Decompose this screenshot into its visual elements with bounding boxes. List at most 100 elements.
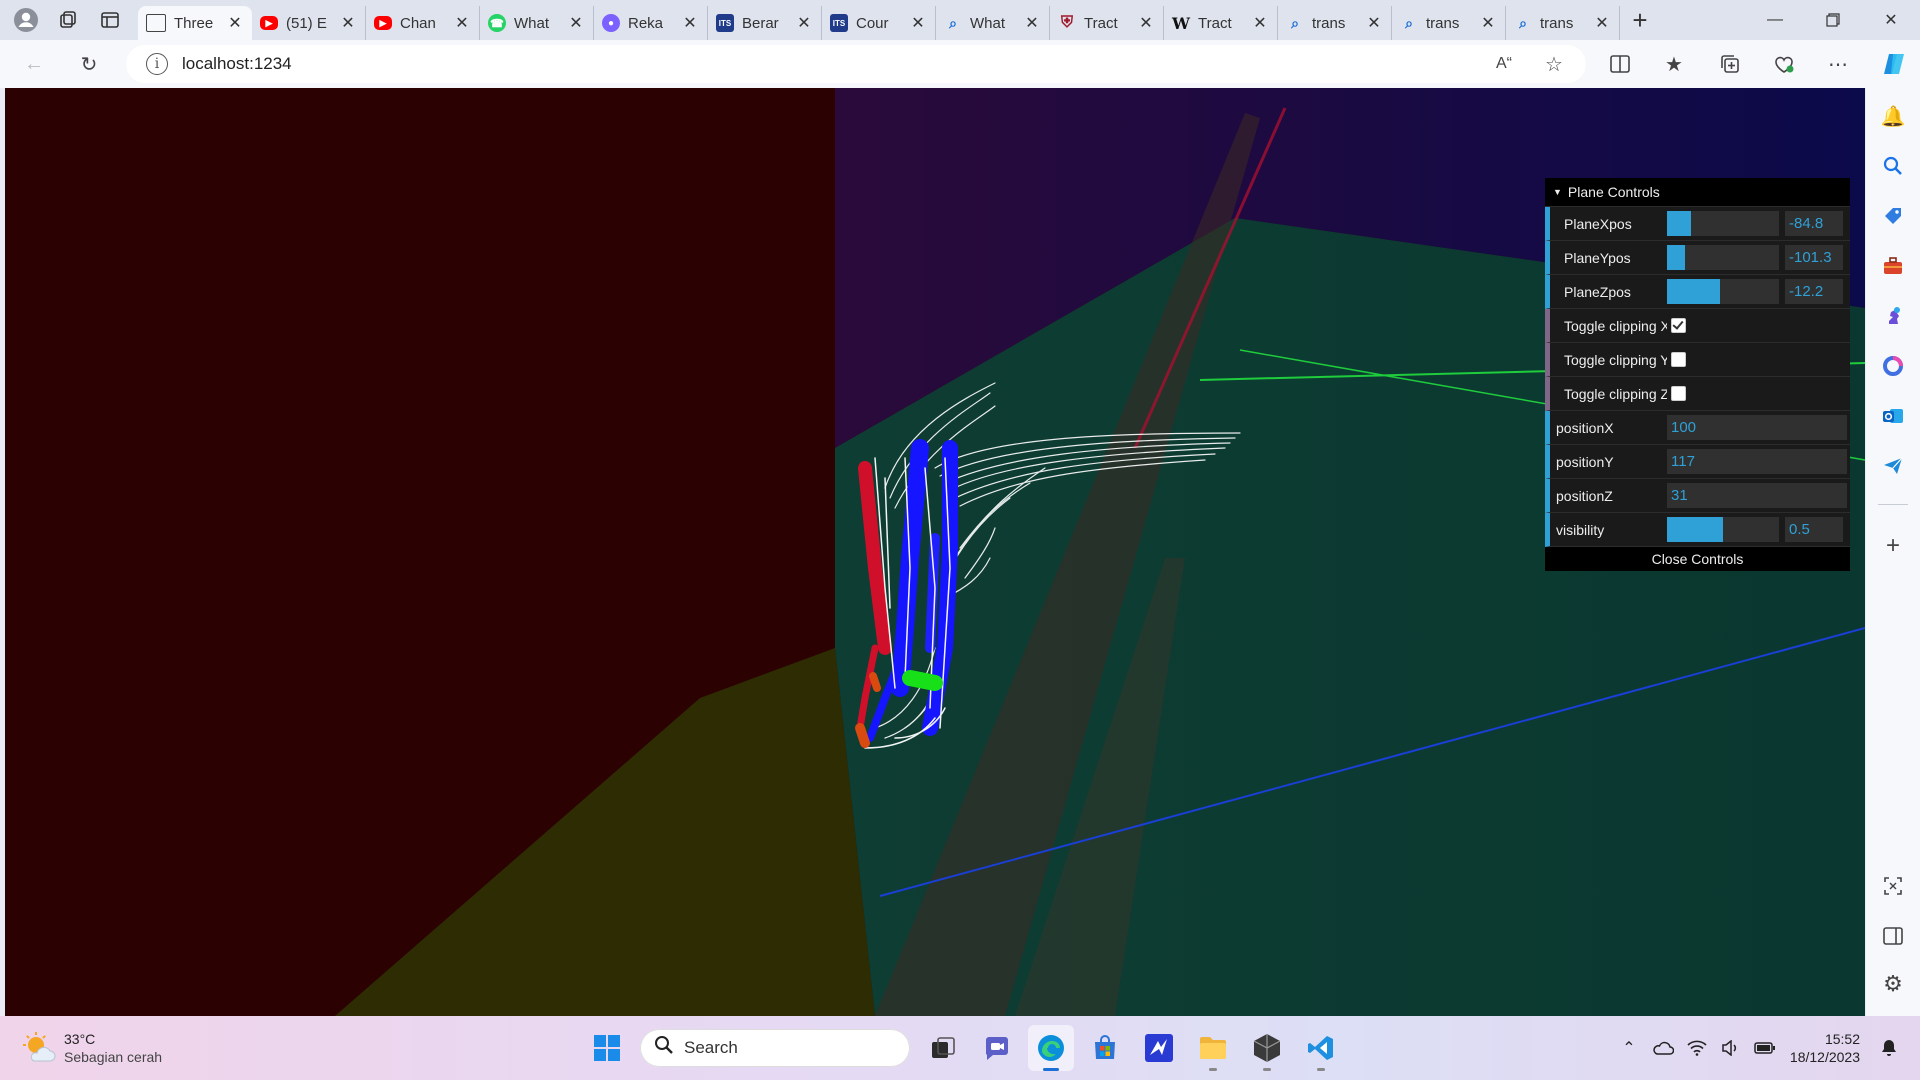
visibility-slider[interactable] xyxy=(1667,517,1779,542)
tab-label: Chan xyxy=(400,14,436,32)
toggle-row-clipping-y: Toggle clipping Y xyxy=(1545,343,1850,377)
visibility-input[interactable]: 0.5 xyxy=(1785,517,1843,542)
close-tab-icon[interactable]: ✕ xyxy=(226,13,244,33)
browser-tab[interactable]: ● Reka ✕ xyxy=(594,6,708,40)
planeypos-input[interactable]: -101.3 xyxy=(1785,245,1843,270)
browser-tab[interactable]: ☎ What ✕ xyxy=(480,6,594,40)
favorite-star-icon[interactable]: ☆ xyxy=(1540,50,1568,78)
close-tab-icon[interactable]: ✕ xyxy=(1137,13,1155,33)
shopping-tag-icon[interactable] xyxy=(1879,202,1907,230)
positiony-input[interactable]: 117 xyxy=(1667,449,1847,474)
close-tab-icon[interactable]: ✕ xyxy=(1023,13,1041,33)
workspaces-icon[interactable] xyxy=(50,4,86,36)
browser-tab[interactable]: ▶ Chan ✕ xyxy=(366,6,480,40)
refresh-icon[interactable]: ↻ xyxy=(75,50,103,78)
read-aloud-icon[interactable]: A“ xyxy=(1490,50,1518,78)
planezpos-input[interactable]: -12.2 xyxy=(1785,279,1843,304)
close-tab-icon[interactable]: ✕ xyxy=(681,13,699,33)
start-button[interactable] xyxy=(584,1025,630,1071)
favorites-icon[interactable]: ★ xyxy=(1660,50,1688,78)
collections-icon[interactable] xyxy=(1716,50,1744,78)
positionx-input[interactable]: 100 xyxy=(1667,415,1847,440)
browser-essentials-icon[interactable] xyxy=(1770,50,1798,78)
games-chess-icon[interactable] xyxy=(1879,302,1907,330)
copilot-icon[interactable] xyxy=(1880,50,1908,78)
tab-label: trans xyxy=(1426,14,1460,32)
planeypos-slider[interactable] xyxy=(1667,245,1779,270)
browser-tab[interactable]: ▶ (51) E ✕ xyxy=(252,6,366,40)
taskbar-clock[interactable]: 15:52 18/12/2023 xyxy=(1790,1030,1860,1066)
split-screen-icon[interactable] xyxy=(1606,50,1634,78)
profile-icon[interactable] xyxy=(8,4,44,36)
microsoft-store-icon[interactable] xyxy=(1082,1025,1128,1071)
close-controls-button[interactable]: Close Controls xyxy=(1545,547,1850,571)
threejs-canvas[interactable]: ▼ Plane Controls PlaneXpos -84.8 PlaneYp… xyxy=(5,88,1865,1016)
site-info-icon[interactable]: i xyxy=(146,53,168,75)
back-icon[interactable]: ← xyxy=(20,50,48,78)
search-icon[interactable] xyxy=(1879,152,1907,180)
close-tab-icon[interactable]: ✕ xyxy=(453,13,471,33)
restore-icon[interactable] xyxy=(1804,0,1862,40)
new-tab-button[interactable]: + xyxy=(1620,5,1660,36)
plane-controls-folder[interactable]: ▼ Plane Controls xyxy=(1545,178,1850,207)
close-tab-icon[interactable]: ✕ xyxy=(1593,13,1611,33)
clipping-y-checkbox[interactable] xyxy=(1671,352,1686,367)
toggle-row-clipping-z: Toggle clipping Z xyxy=(1545,377,1850,411)
hide-sidebar-icon[interactable] xyxy=(1879,922,1907,950)
volume-icon[interactable] xyxy=(1716,1033,1746,1063)
sidebar-settings-icon[interactable]: ⚙ xyxy=(1879,970,1907,998)
screenshot-icon[interactable] xyxy=(1879,872,1907,900)
microsoft-365-icon[interactable] xyxy=(1879,352,1907,380)
notification-bell-icon[interactable]: 🔔 xyxy=(1879,102,1907,130)
browser-tab[interactable]: ITS Cour ✕ xyxy=(822,6,936,40)
edge-browser-taskbar-icon[interactable] xyxy=(1028,1025,1074,1071)
close-tab-icon[interactable]: ✕ xyxy=(1365,13,1383,33)
add-sidebar-app-icon[interactable]: + xyxy=(1879,532,1907,560)
planezpos-slider[interactable] xyxy=(1667,279,1779,304)
windows-taskbar: 33°C Sebagian cerah Search ⌃ 15:52 18/12… xyxy=(0,1016,1920,1080)
show-hidden-icons-icon[interactable]: ⌃ xyxy=(1614,1033,1644,1063)
tools-briefcase-icon[interactable] xyxy=(1879,252,1907,280)
browser-tab[interactable]: W Tract ✕ xyxy=(1164,6,1278,40)
browser-tab[interactable]: ⌕ trans ✕ xyxy=(1392,6,1506,40)
close-tab-icon[interactable]: ✕ xyxy=(795,13,813,33)
more-menu-icon[interactable]: ⋯ xyxy=(1824,50,1852,78)
tab-list: Three ✕ ▶ (51) E ✕ ▶ Chan ✕ ☎ What ✕ ● Reka ✕ ITS Berar… xyxy=(138,0,1620,40)
teams-chat-icon[interactable] xyxy=(974,1025,1020,1071)
weather-widget[interactable]: 33°C Sebagian cerah xyxy=(22,1030,162,1066)
pen-app-icon[interactable] xyxy=(1136,1025,1182,1071)
browser-tab[interactable]: ⌕ trans ✕ xyxy=(1506,6,1620,40)
battery-charging-icon[interactable] xyxy=(1750,1033,1780,1063)
running-indicator xyxy=(1263,1068,1271,1071)
slider-fill xyxy=(1667,245,1685,270)
close-window-icon[interactable]: ✕ xyxy=(1862,0,1920,40)
close-tab-icon[interactable]: ✕ xyxy=(909,13,927,33)
close-tab-icon[interactable]: ✕ xyxy=(567,13,585,33)
clipping-x-checkbox[interactable] xyxy=(1671,318,1686,333)
browser-tab[interactable]: Three ✕ xyxy=(138,6,252,40)
close-tab-icon[interactable]: ✕ xyxy=(1479,13,1497,33)
vscode-icon[interactable] xyxy=(1298,1025,1344,1071)
planexpos-input[interactable]: -84.8 xyxy=(1785,211,1843,236)
close-tab-icon[interactable]: ✕ xyxy=(339,13,357,33)
close-tab-icon[interactable]: ✕ xyxy=(1251,13,1269,33)
address-bar[interactable]: i localhost:1234 xyxy=(126,45,1586,83)
browser-tab[interactable]: ⛨ Tract ✕ xyxy=(1050,6,1164,40)
planexpos-slider[interactable] xyxy=(1667,211,1779,236)
clipping-z-checkbox[interactable] xyxy=(1671,386,1686,401)
taskbar-search-box[interactable]: Search xyxy=(640,1029,910,1067)
browser-tab[interactable]: ITS Berar ✕ xyxy=(708,6,822,40)
outlook-icon[interactable] xyxy=(1879,402,1907,430)
send-drop-icon[interactable] xyxy=(1879,452,1907,480)
wifi-icon[interactable] xyxy=(1682,1033,1712,1063)
unity-hub-icon[interactable] xyxy=(1244,1025,1290,1071)
task-view-icon[interactable] xyxy=(920,1025,966,1071)
browser-tab[interactable]: ⌕ What ✕ xyxy=(936,6,1050,40)
minimize-icon[interactable]: — xyxy=(1746,0,1804,40)
browser-tab[interactable]: ⌕ trans ✕ xyxy=(1278,6,1392,40)
file-explorer-icon[interactable] xyxy=(1190,1025,1236,1071)
notification-bell-icon[interactable] xyxy=(1874,1033,1904,1063)
positionz-input[interactable]: 31 xyxy=(1667,483,1847,508)
onedrive-cloud-icon[interactable] xyxy=(1648,1033,1678,1063)
tab-actions-icon[interactable] xyxy=(92,4,128,36)
